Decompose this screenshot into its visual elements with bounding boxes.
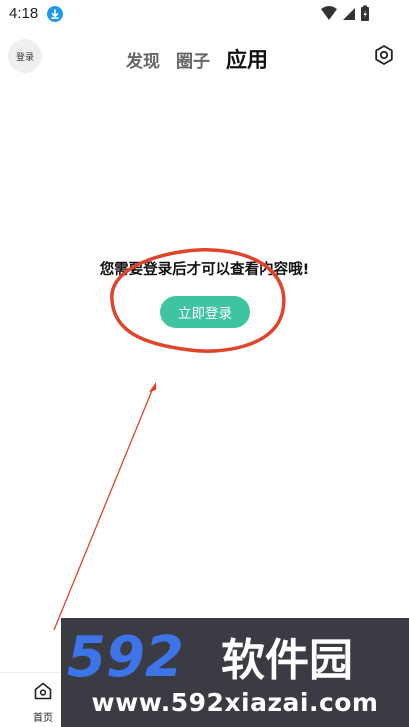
login-avatar-button[interactable]: 登录 (8, 39, 42, 73)
nav-home[interactable]: 首页 (24, 679, 62, 725)
tab-discover[interactable]: 发现 (126, 47, 160, 72)
annotation-arrow-head (149, 382, 156, 392)
tab-circle[interactable]: 圈子 (176, 47, 210, 72)
watermark-brand: 软件园 (221, 635, 353, 686)
login-now-button[interactable]: 立即登录 (160, 296, 250, 328)
watermark-digits: 592 (67, 625, 184, 686)
status-bar: 4:18 (0, 0, 409, 28)
wifi-icon (321, 6, 337, 20)
top-tabs: 发现 圈子 应用 (126, 44, 268, 74)
annotation-arrow-line (53, 387, 154, 631)
watermark-url: www.592xiazai.com (91, 688, 379, 717)
home-icon (34, 682, 52, 700)
gear-icon[interactable] (373, 44, 395, 66)
tab-apps[interactable]: 应用 (226, 44, 268, 74)
battery-icon (361, 5, 369, 21)
watermark-banner: 592 软件园 www.592xiazai.com (61, 618, 409, 727)
watermark-logo: 592 软件园 (67, 625, 353, 686)
login-prompt-text: 您需要登录后才可以查看内容哦! (99, 262, 310, 278)
status-time: 4:18 (9, 5, 39, 22)
nav-home-label: 首页 (33, 713, 53, 724)
signal-icon (343, 8, 355, 20)
status-icons (321, 5, 369, 21)
download-icon (47, 6, 63, 22)
